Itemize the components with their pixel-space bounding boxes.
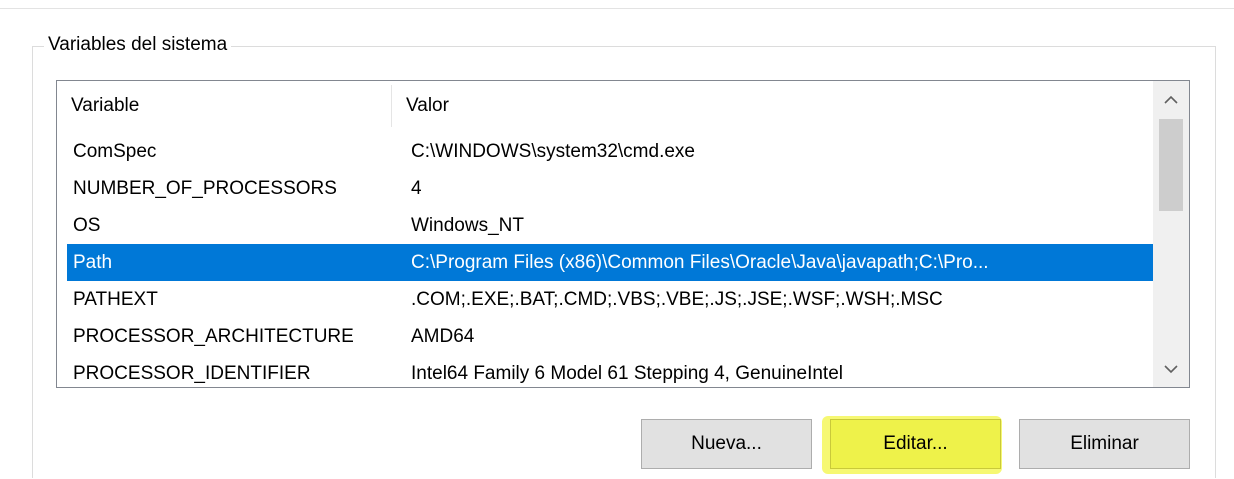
table-row[interactable]: PROCESSOR_IDENTIFIER Intel64 Family 6 Mo…: [67, 355, 1153, 387]
chevron-down-icon[interactable]: [1153, 351, 1189, 387]
scrollbar-thumb[interactable]: [1159, 119, 1183, 211]
table-row[interactable]: PROCESSOR_ARCHITECTURE AMD64: [67, 318, 1153, 355]
table-row[interactable]: ComSpec C:\WINDOWS\system32\cmd.exe: [67, 133, 1153, 170]
table-row[interactable]: OS Windows_NT: [67, 207, 1153, 244]
chevron-up-icon[interactable]: [1153, 81, 1189, 117]
list-header: Variable Valor: [57, 81, 1153, 131]
variable-name: PATHEXT: [73, 289, 158, 310]
table-row-selected[interactable]: Path C:\Program Files (x86)\Common Files…: [67, 244, 1153, 281]
variable-name: NUMBER_OF_PROCESSORS: [73, 178, 337, 199]
edit-variable-button[interactable]: Editar...: [830, 419, 1001, 469]
groupbox-title: Variables del sistema: [44, 30, 232, 60]
system-variables-panel: Variables del sistema Variable Valor Com…: [0, 0, 1234, 479]
table-row[interactable]: NUMBER_OF_PROCESSORS 4: [67, 170, 1153, 207]
list-rows: ComSpec C:\WINDOWS\system32\cmd.exe NUMB…: [67, 133, 1153, 387]
new-variable-button[interactable]: Nueva...: [641, 419, 812, 469]
variable-name: ComSpec: [73, 141, 157, 162]
variable-name: PROCESSOR_IDENTIFIER: [73, 363, 311, 384]
variable-name: OS: [73, 215, 101, 236]
column-header-variable[interactable]: Variable: [57, 81, 391, 131]
variable-value: Intel64 Family 6 Model 61 Stepping 4, Ge…: [411, 363, 843, 384]
variable-value: 4: [411, 178, 422, 199]
window-edge: [0, 8, 1234, 9]
variable-name: Path: [73, 252, 113, 273]
system-variables-list[interactable]: Variable Valor ComSpec C:\WINDOWS\system…: [56, 80, 1190, 388]
variable-value: .COM;.EXE;.BAT;.CMD;.VBS;.VBE;.JS;.JSE;.…: [411, 289, 943, 310]
table-row[interactable]: PATHEXT .COM;.EXE;.BAT;.CMD;.VBS;.VBE;.J…: [67, 281, 1153, 318]
delete-variable-button[interactable]: Eliminar: [1019, 419, 1190, 469]
variable-value: C:\Program Files (x86)\Common Files\Orac…: [411, 252, 989, 273]
variable-value: C:\WINDOWS\system32\cmd.exe: [411, 141, 695, 162]
column-header-value[interactable]: Valor: [392, 81, 1152, 131]
variable-value: AMD64: [411, 326, 475, 347]
variable-value: Windows_NT: [411, 215, 524, 236]
variable-name: PROCESSOR_ARCHITECTURE: [73, 326, 354, 347]
vertical-scrollbar[interactable]: [1153, 81, 1189, 387]
